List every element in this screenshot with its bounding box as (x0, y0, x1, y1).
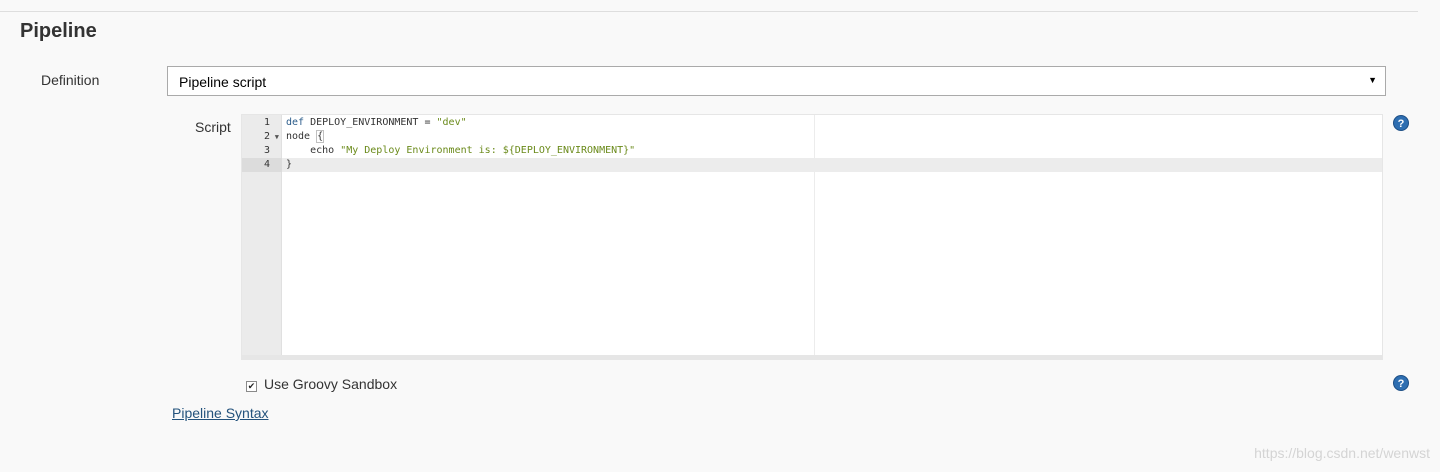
watermark: https://blog.csdn.net/wenwst (1254, 445, 1430, 461)
script-help-icon[interactable]: ? (1393, 115, 1409, 131)
code-text: echo "My Deploy Environment is: ${DEPLOY… (286, 145, 636, 156)
code-text: } (286, 159, 293, 170)
sandbox-help-icon[interactable]: ? (1393, 375, 1409, 391)
groovy-sandbox-label: Use Groovy Sandbox (264, 376, 398, 392)
pipeline-syntax-link[interactable]: Pipeline Syntax (172, 405, 269, 421)
section-divider (0, 11, 1418, 12)
definition-label: Definition (41, 72, 100, 88)
code-text: node { (286, 130, 325, 143)
script-editor[interactable]: 1 def DEPLOY_ENVIRONMENT = "dev" 2 ▼ node {3… (241, 114, 1383, 360)
definition-select-value: Pipeline script (179, 74, 267, 90)
code-line[interactable]: 2 ▼ node { (242, 130, 1382, 144)
check-icon: ✔ (247, 381, 256, 391)
line-number: 2 ▼ (263, 130, 279, 144)
groovy-sandbox-checkbox[interactable]: ✔ (246, 381, 257, 392)
fold-arrow-icon[interactable]: ▼ (275, 130, 279, 144)
section-title: Pipeline (20, 20, 97, 42)
code-line[interactable]: 3 echo "My Deploy Environment is: ${DEPL… (242, 144, 1382, 158)
code-text: def DEPLOY_ENVIRONMENT = "dev" (286, 117, 467, 128)
code-line[interactable]: 1 def DEPLOY_ENVIRONMENT = "dev" (242, 116, 1382, 130)
code-line[interactable]: 4} (242, 158, 1382, 172)
editor-horizontal-scrollbar[interactable] (242, 355, 1382, 359)
script-label: Script (195, 119, 231, 135)
line-number: 4 (242, 158, 282, 172)
chevron-down-icon: ▼ (1368, 75, 1377, 85)
line-number: 1 (263, 117, 270, 128)
line-number: 3 (263, 145, 270, 156)
definition-select[interactable]: Pipeline script ▼ (167, 66, 1386, 96)
